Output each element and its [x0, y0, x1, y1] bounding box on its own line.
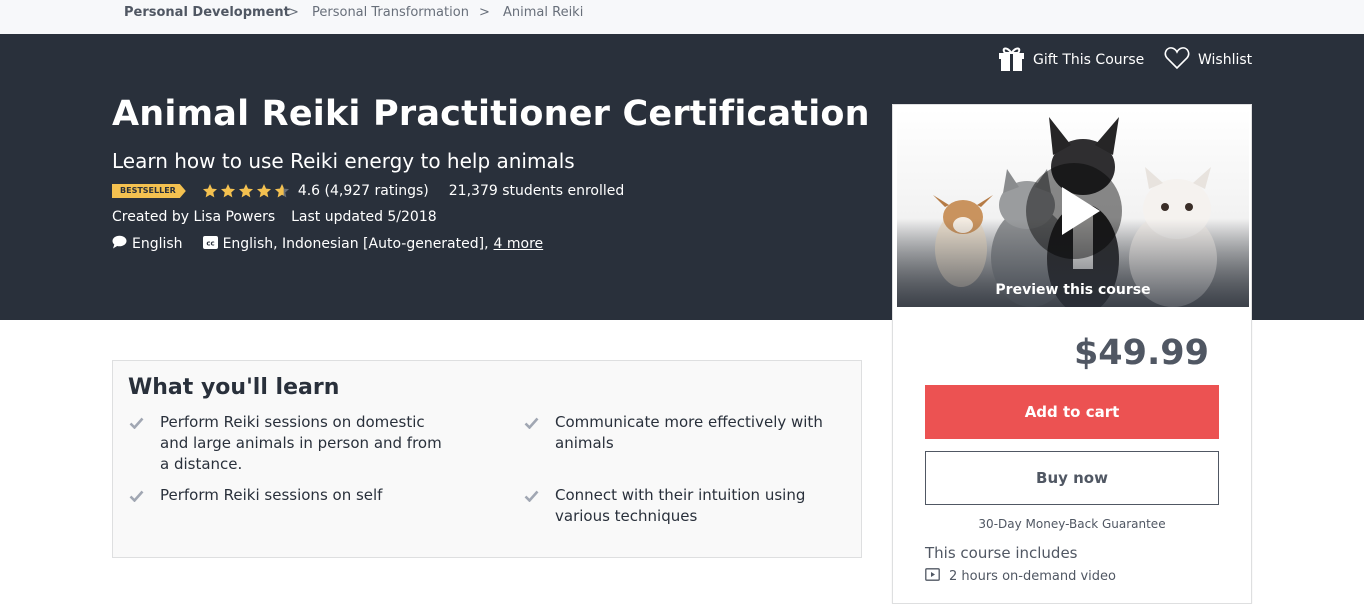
star-icon — [238, 184, 253, 198]
rating-stars — [202, 183, 290, 199]
includes-item-video: 2 hours on-demand video — [925, 568, 1116, 585]
course-subtitle: Learn how to use Reiki energy to help an… — [112, 149, 575, 173]
bestseller-badge: BESTSELLER — [112, 184, 186, 198]
what-youll-learn: What you'll learn Perform Reiki sessions… — [112, 360, 862, 558]
add-to-cart-button[interactable]: Add to cart — [925, 385, 1219, 439]
created-by[interactable]: Created by Lisa Powers — [112, 209, 275, 225]
breadcrumb-separator: > — [288, 5, 299, 20]
svg-text:cc: cc — [206, 239, 214, 247]
learn-item-text: Connect with their intuition using vario… — [555, 486, 806, 525]
breadcrumb-personal-development[interactable]: Personal Development — [124, 5, 290, 20]
money-back-guarantee: 30-Day Money-Back Guarantee — [978, 517, 1166, 531]
checkmark-icon — [524, 485, 555, 527]
speech-bubble-icon — [112, 235, 127, 253]
checkmark-icon — [129, 412, 160, 475]
rating-text[interactable]: 4.6 (4,927 ratings) — [298, 183, 429, 199]
course-title: Animal Reiki Practitioner Certification — [112, 94, 870, 134]
purchase-card: Preview this course $49.99 Add to cart B… — [892, 104, 1252, 604]
star-icon — [256, 184, 271, 198]
star-icon — [202, 184, 217, 198]
learn-item: Communicate more effectively with animal… — [524, 412, 844, 454]
course-preview-video[interactable]: Preview this course — [897, 109, 1249, 307]
preview-label: Preview this course — [995, 282, 1151, 298]
includes-item-label: 2 hours on-demand video — [949, 569, 1116, 584]
learn-item: Perform Reiki sessions on domestic and l… — [129, 412, 449, 475]
caption-languages: English, Indonesian [Auto-generated], — [222, 236, 489, 252]
language-row: English cc English, Indonesian [Auto-gen… — [112, 235, 543, 253]
learn-item-text: Perform Reiki sessions on domestic and l… — [160, 413, 442, 473]
breadcrumb-animal-reiki[interactable]: Animal Reiki — [503, 5, 583, 20]
last-updated: Last updated 5/2018 — [291, 209, 437, 225]
closed-captions-icon: cc — [202, 235, 218, 253]
breadcrumb-separator: > — [479, 5, 490, 20]
breadcrumb: Personal Development > Personal Transfor… — [0, 0, 1364, 34]
learn-item-text: Communicate more effectively with animal… — [555, 413, 823, 452]
gift-course-button[interactable]: Gift This Course — [998, 46, 1144, 74]
learn-title: What you'll learn — [128, 375, 340, 400]
learn-item-text: Perform Reiki sessions on self — [160, 486, 383, 504]
includes-title: This course includes — [925, 544, 1078, 562]
course-language: English — [132, 236, 183, 252]
course-price: $49.99 — [1073, 333, 1209, 373]
more-captions-link[interactable]: 4 more — [494, 236, 544, 252]
learn-item: Perform Reiki sessions on self — [129, 485, 449, 508]
star-half-icon — [274, 184, 289, 198]
wishlist-button[interactable]: Wishlist — [1164, 46, 1252, 74]
breadcrumb-personal-transformation[interactable]: Personal Transformation — [312, 5, 469, 20]
buy-now-button[interactable]: Buy now — [925, 451, 1219, 505]
course-meta: Created by Lisa Powers Last updated 5/20… — [112, 209, 437, 225]
gift-icon — [998, 46, 1025, 75]
checkmark-icon — [129, 485, 160, 508]
heart-icon — [1164, 46, 1190, 74]
enrolled-count: 21,379 students enrolled — [448, 183, 625, 199]
wishlist-label: Wishlist — [1198, 52, 1253, 68]
rating-row: BESTSELLER 4.6 (4,927 ratings) 21,379 st… — [112, 181, 624, 201]
star-icon — [220, 184, 235, 198]
learn-item: Connect with their intuition using vario… — [524, 485, 844, 527]
checkmark-icon — [524, 412, 555, 454]
video-icon — [925, 568, 940, 585]
gift-course-label: Gift This Course — [1033, 52, 1145, 68]
play-icon[interactable] — [1026, 163, 1122, 259]
